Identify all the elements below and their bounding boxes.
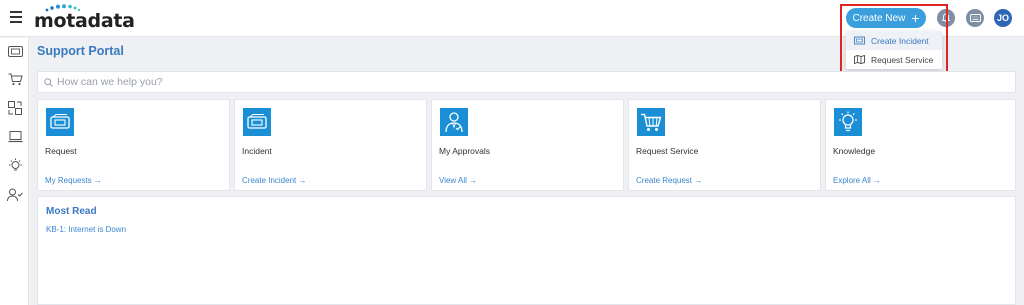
card-knowledge[interactable]: Knowledge Explore All → bbox=[825, 99, 1016, 191]
create-new-label: Create New bbox=[852, 12, 906, 24]
ticket-icon bbox=[243, 108, 271, 136]
most-read-title: Most Read bbox=[46, 206, 97, 217]
card-link[interactable]: Create Request → bbox=[636, 176, 702, 185]
hamburger-icon[interactable] bbox=[10, 11, 22, 23]
dropdown-item-label: Request Service bbox=[871, 54, 934, 65]
cart-icon bbox=[637, 108, 665, 136]
lightbulb-icon bbox=[834, 108, 862, 136]
approver-icon bbox=[440, 108, 468, 136]
search-icon bbox=[44, 77, 53, 87]
most-read-panel: Most Read KB-1: Internet is Down bbox=[37, 196, 1016, 305]
dropdown-item-request-service[interactable]: Request Service bbox=[846, 50, 942, 69]
logo-text: motadata bbox=[34, 10, 135, 32]
sidebar bbox=[0, 38, 29, 305]
card-my-approvals[interactable]: My Approvals View All → bbox=[431, 99, 624, 191]
create-new-dropdown: Create Incident Request Service bbox=[846, 31, 942, 69]
card-request[interactable]: Request My Requests → bbox=[37, 99, 230, 191]
map-icon bbox=[854, 55, 865, 64]
user-check-icon[interactable] bbox=[7, 188, 23, 202]
card-title: Request Service bbox=[636, 146, 699, 156]
card-link[interactable]: Explore All → bbox=[833, 176, 881, 185]
search-bar[interactable] bbox=[37, 71, 1016, 93]
search-input[interactable] bbox=[57, 76, 957, 88]
card-title: Incident bbox=[242, 146, 272, 156]
dropdown-item-label: Create Incident bbox=[871, 35, 929, 46]
logo[interactable]: motadata bbox=[34, 4, 135, 32]
keyboard-icon[interactable] bbox=[966, 9, 984, 27]
cart-icon[interactable] bbox=[7, 72, 23, 86]
bell-icon[interactable] bbox=[937, 9, 955, 27]
approvals-icon[interactable] bbox=[7, 101, 23, 115]
page-title: Support Portal bbox=[37, 44, 124, 58]
card-title: My Approvals bbox=[439, 146, 491, 156]
ticket-icon bbox=[46, 108, 74, 136]
user-avatar[interactable]: JO bbox=[994, 9, 1012, 27]
card-link[interactable]: View All → bbox=[439, 176, 477, 185]
card-title: Knowledge bbox=[833, 146, 876, 156]
dropdown-item-create-incident[interactable]: Create Incident bbox=[846, 31, 942, 50]
card-link[interactable]: My Requests → bbox=[45, 176, 102, 185]
laptop-icon[interactable] bbox=[7, 130, 23, 144]
plus-icon: + bbox=[911, 10, 920, 26]
card-link[interactable]: Create Incident → bbox=[242, 176, 306, 185]
kb-article-link[interactable]: KB-1: Internet is Down bbox=[46, 225, 126, 234]
incident-icon bbox=[854, 36, 865, 45]
card-request-service[interactable]: Request Service Create Request → bbox=[628, 99, 821, 191]
create-new-button[interactable]: Create New + bbox=[846, 8, 926, 28]
card-incident[interactable]: Incident Create Incident → bbox=[234, 99, 427, 191]
logo-dots-icon bbox=[45, 4, 81, 12]
card-title: Request bbox=[45, 146, 77, 156]
ticket-icon[interactable] bbox=[7, 44, 23, 58]
lightbulb-icon[interactable] bbox=[7, 158, 23, 172]
